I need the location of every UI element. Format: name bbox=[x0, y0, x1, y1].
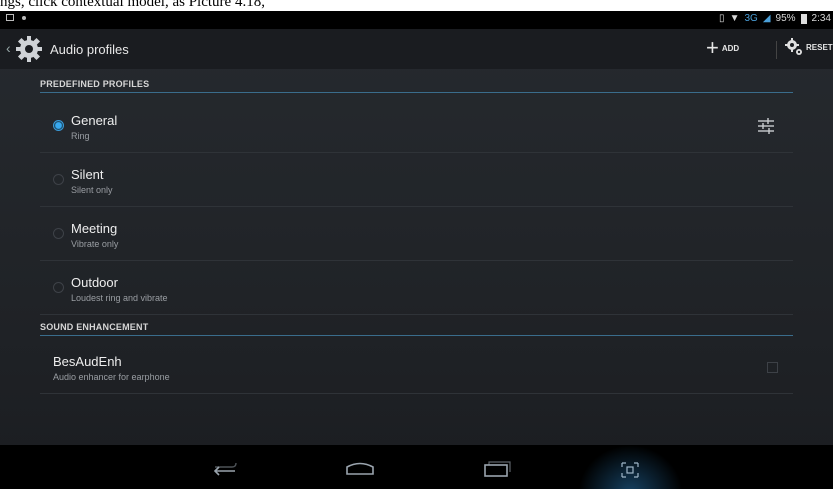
enhancer-subtitle: Audio enhancer for earphone bbox=[53, 372, 170, 382]
usb-notification-icon bbox=[22, 15, 26, 20]
equalizer-icon[interactable] bbox=[757, 117, 775, 135]
screenshot-notification-icon bbox=[6, 14, 14, 21]
enhancer-title: BesAudEnh bbox=[53, 354, 122, 369]
section-header-enhancement: SOUND ENHANCEMENT bbox=[40, 318, 793, 336]
action-divider bbox=[776, 41, 777, 59]
profile-subtitle: Ring bbox=[71, 131, 90, 141]
radio-unselected[interactable] bbox=[53, 174, 64, 185]
profile-subtitle: Vibrate only bbox=[71, 239, 119, 249]
radio-selected[interactable] bbox=[53, 120, 64, 131]
status-bar: ▯ ▼ 3G ◢ 95% 2:34 bbox=[0, 11, 833, 29]
profile-title: Outdoor bbox=[71, 275, 118, 290]
radio-unselected[interactable] bbox=[53, 282, 64, 293]
enhancer-row[interactable]: BesAudEnh Audio enhancer for earphone bbox=[40, 341, 793, 394]
radio-unselected[interactable] bbox=[53, 228, 64, 239]
profile-title: Meeting bbox=[71, 221, 118, 236]
profile-row-outdoor[interactable]: Outdoor Loudest ring and vibrate bbox=[40, 262, 793, 315]
up-caret-icon[interactable]: ‹ bbox=[6, 40, 11, 56]
notification-icons bbox=[6, 14, 26, 21]
back-icon[interactable] bbox=[205, 445, 245, 489]
document-caption: ngs, click contextual model, as Picture … bbox=[0, 0, 833, 11]
navigation-bar bbox=[0, 445, 833, 489]
profile-row-meeting[interactable]: Meeting Vibrate only bbox=[40, 208, 793, 261]
page-title: Audio profiles bbox=[50, 42, 129, 57]
add-label: ADD bbox=[721, 43, 740, 53]
signal-icon: ◢ bbox=[762, 13, 771, 24]
network-type: 3G bbox=[744, 13, 758, 24]
enhancer-checkbox[interactable] bbox=[767, 362, 778, 373]
wifi-icon: ▼ bbox=[729, 13, 740, 24]
profile-title: General bbox=[71, 113, 118, 128]
gear-reset-icon bbox=[785, 38, 802, 55]
gear-icon[interactable] bbox=[14, 34, 44, 64]
profile-subtitle: Silent only bbox=[71, 185, 113, 195]
vibrate-icon: ▯ bbox=[719, 13, 725, 24]
profile-subtitle: Loudest ring and vibrate bbox=[71, 293, 168, 303]
profile-row-general[interactable]: General Ring bbox=[40, 100, 793, 153]
add-button[interactable]: + ADD bbox=[706, 37, 739, 59]
plus-icon: + bbox=[706, 35, 719, 60]
reset-label: RESET bbox=[806, 42, 833, 52]
profile-title: Silent bbox=[71, 167, 104, 182]
status-icons: ▯ ▼ 3G ◢ 95% 2:34 bbox=[719, 13, 831, 24]
screenshot-icon[interactable] bbox=[610, 445, 650, 489]
android-screen: ▯ ▼ 3G ◢ 95% 2:34 ‹ Audio profiles + ADD… bbox=[0, 11, 833, 489]
recent-apps-icon[interactable] bbox=[477, 445, 517, 489]
reset-button[interactable]: RESET bbox=[784, 37, 833, 57]
home-icon[interactable] bbox=[340, 445, 380, 489]
battery-icon bbox=[800, 13, 807, 24]
clock: 2:34 bbox=[811, 13, 831, 24]
action-bar: ‹ Audio profiles + ADD RESET bbox=[0, 29, 833, 69]
profile-row-silent[interactable]: Silent Silent only bbox=[40, 154, 793, 207]
battery-percent: 95% bbox=[775, 13, 796, 24]
section-header-predefined: PREDEFINED PROFILES bbox=[40, 75, 793, 93]
